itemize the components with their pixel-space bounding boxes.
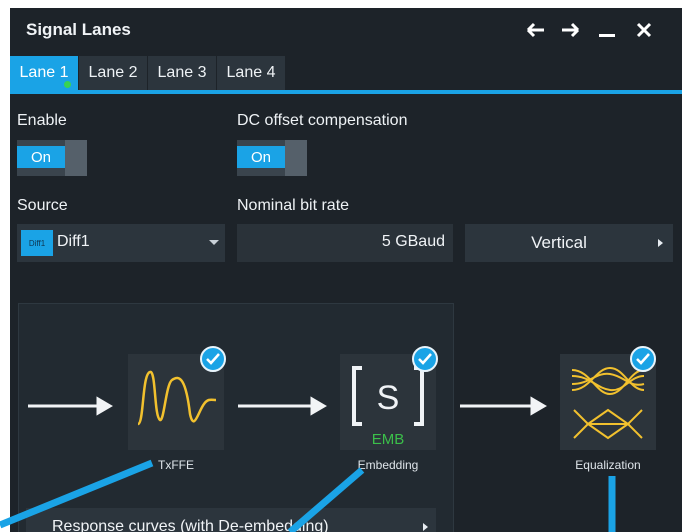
tab-label: Lane 2	[88, 64, 138, 81]
embedding-label: Embedding	[357, 458, 419, 472]
arrow-right-icon[interactable]	[556, 16, 584, 44]
lane-settings: Enable On DC offset compensation On Sour…	[10, 98, 682, 532]
response-curves-button[interactable]: Response curves (with De-embedding)	[26, 508, 436, 532]
embedding-check-icon	[412, 346, 438, 372]
txffe-check-icon	[200, 346, 226, 372]
close-icon[interactable]	[630, 16, 658, 44]
tab-label: Lane 4	[226, 64, 276, 81]
txffe-label: TxFFE	[158, 458, 194, 472]
arrow-left-icon[interactable]	[522, 16, 550, 44]
equalization-label: Equalization	[575, 458, 641, 472]
lane-status-dot	[64, 81, 71, 88]
tab-lane-1[interactable]: Lane 1	[10, 56, 78, 90]
equalization-check-icon	[630, 346, 656, 372]
emb-text: EMB	[372, 431, 405, 448]
tab-label: Lane 3	[157, 64, 207, 81]
signal-lanes-dialog: Signal Lanes Lane 1 Lane 2 Lane 3 Lane 4…	[10, 8, 682, 532]
s-letter: S	[377, 379, 400, 417]
dialog-title: Signal Lanes	[26, 20, 131, 39]
minimize-icon[interactable]	[593, 16, 621, 44]
chevron-right-icon	[423, 523, 428, 531]
title-bar: Signal Lanes	[10, 8, 682, 52]
tab-lane-2[interactable]: Lane 2	[79, 56, 147, 90]
tab-lane-3[interactable]: Lane 3	[148, 56, 216, 90]
tab-label: Lane 1	[19, 64, 69, 81]
tab-lane-4[interactable]: Lane 4	[217, 56, 285, 90]
response-curves-label: Response curves (with De-embedding)	[52, 518, 329, 532]
lane-tab-bar: Lane 1 Lane 2 Lane 3 Lane 4	[10, 56, 682, 94]
